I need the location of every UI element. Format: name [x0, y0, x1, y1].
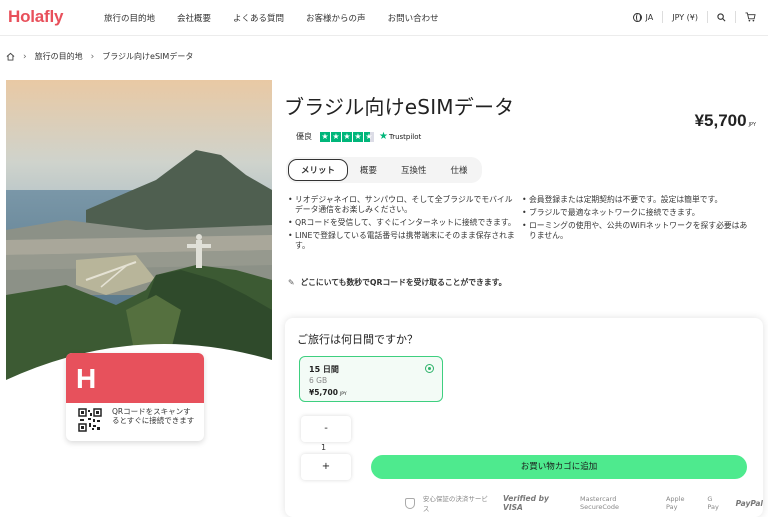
site-header: Holafly 旅行の目的地 会社概要 よくある質問 お客様からの声 お問い合わ…: [0, 0, 768, 36]
list-item: 会員登録または定期契約は不要です。設定は簡単です。: [522, 195, 754, 205]
trustpilot-logo: ★ Trustpilot: [379, 131, 421, 142]
esim-card-header: H: [66, 353, 204, 403]
plan-price: ¥5,700 JPY: [309, 388, 347, 397]
star-icon: ★: [331, 131, 341, 142]
plan-option-15-days[interactable]: 15 日間 6 GB ¥5,700 JPY: [299, 356, 443, 402]
list-item: QRコードを受信して、すぐにインターネットに接続できます。: [288, 218, 516, 228]
tab-benefits[interactable]: メリット: [288, 159, 349, 181]
apple-pay-logo: Apple Pay: [665, 495, 685, 511]
home-icon[interactable]: [6, 52, 15, 61]
qr-code-icon: [78, 408, 102, 432]
main-nav: 旅行の目的地 会社概要 よくある質問 お客様からの声 お問い合わせ: [104, 12, 461, 24]
radio-selected-icon[interactable]: [425, 364, 434, 373]
trustpilot-rating[interactable]: 優良 ★ ★ ★ ★ ★ ★ Trustpilot: [296, 131, 421, 142]
nav-faq[interactable]: よくある質問: [233, 12, 284, 24]
divider: [662, 11, 664, 23]
breadcrumb-current: ブラジル向けeSIMデータ: [102, 52, 194, 61]
breadcrumb-destinations[interactable]: 旅行の目的地: [35, 51, 83, 62]
product-title: ブラジル向けeSIMデータ: [284, 95, 515, 119]
chevron-right-icon: ›: [23, 51, 27, 62]
cart-button[interactable]: [745, 12, 756, 22]
paypal-logo: PayPal: [735, 498, 763, 508]
star-icon: ★: [353, 131, 363, 142]
plan-price-value: ¥5,700: [309, 388, 338, 397]
nav-about[interactable]: 会社概要: [177, 12, 211, 24]
list-item: ローミングの使用や、公共のWiFiネットワークを探す必要はありません。: [522, 221, 754, 241]
currency-selector[interactable]: JPY (¥): [672, 13, 698, 22]
search-button[interactable]: [717, 12, 726, 22]
breadcrumb: › 旅行の目的地 › ブラジル向けeSIMデータ: [6, 51, 193, 62]
list-item: リオデジャネイロ、サンパウロ、そして全ブラジルでモバイルデータ通信をお楽しみくだ…: [288, 195, 516, 215]
star-icon: ★: [320, 131, 330, 142]
tab-compatibility[interactable]: 互換性: [389, 160, 439, 180]
product-price: ¥5,700 JPY: [695, 111, 756, 131]
nav-reviews[interactable]: お客様からの声: [306, 12, 366, 24]
divider: [735, 11, 736, 23]
qr-delivery-note: ✎ どこにいても数秒でQRコードを受け取ることができます。: [288, 277, 506, 288]
plan-price-currency: JPY: [339, 392, 347, 397]
benefits-right: 会員登録または定期契約は不要です。設定は簡単です。 ブラジルで最適なネットワーク…: [522, 195, 754, 244]
price-value: ¥5,700: [694, 111, 747, 130]
list-item: ブラジルで最適なネットワークに接続できます。: [522, 208, 754, 218]
esim-card-text: QRコードをスキャンするとすぐに接続できます: [112, 407, 195, 425]
quantity-value: 1: [321, 443, 327, 452]
add-to-cart-button[interactable]: お買い物カゴに追加: [371, 455, 747, 479]
mastercard-logo: Mastercard SecureCode: [580, 495, 620, 511]
rating-stars: ★ ★ ★ ★ ★: [320, 131, 375, 142]
tab-overview[interactable]: 概要: [348, 160, 389, 180]
holafly-h-logo: H: [76, 363, 97, 394]
trustpilot-star-icon: ★: [379, 131, 388, 142]
trustpilot-label: Trustpilot: [388, 132, 422, 141]
star-icon: ★: [342, 131, 352, 142]
secure-payment-label: 安心保証の決済サービス: [422, 495, 488, 513]
benefits-left: リオデジャネイロ、サンパウロ、そして全ブラジルでモバイルデータ通信をお楽しみくだ…: [288, 195, 516, 254]
pencil-icon: ✎: [288, 278, 295, 287]
plan-days: 15 日間: [309, 365, 339, 374]
esim-card-illustration: H QRコードをスキャンするとすぐに接続できます: [66, 353, 204, 441]
tab-specs[interactable]: 仕様: [439, 160, 480, 180]
payment-methods: 安心保証の決済サービス Verified by VISA Mastercard …: [405, 493, 763, 513]
language-selector[interactable]: JA: [632, 12, 654, 22]
google-pay-logo: G Pay: [707, 495, 719, 511]
plan-data: 6 GB: [309, 376, 328, 385]
list-item: LINEで登録している電話番号は携帯端末にそのまま保存されます。: [288, 231, 516, 251]
globe-icon: [632, 12, 642, 22]
language-label: JA: [645, 12, 654, 22]
quantity-increment-button[interactable]: +: [301, 454, 351, 480]
price-currency: JPY: [748, 122, 756, 128]
header-utilities: JA JPY (¥): [632, 11, 756, 23]
product-tabs: メリット 概要 互換性 仕様: [286, 157, 482, 183]
nav-contact[interactable]: お問い合わせ: [388, 12, 439, 24]
search-icon: [717, 12, 726, 21]
cart-icon: [745, 12, 756, 22]
visa-logo: Verified by VISA: [503, 494, 549, 512]
trip-duration-question: ご旅行は何日間ですか？: [297, 333, 418, 346]
rating-label: 優良: [296, 132, 312, 141]
shield-icon: [405, 497, 415, 509]
booking-panel: ご旅行は何日間ですか？ 15 日間 6 GB ¥5,700 JPY - 1 + お…: [285, 318, 763, 517]
star-half-icon: ★: [364, 131, 374, 142]
nav-destinations[interactable]: 旅行の目的地: [104, 12, 155, 24]
chevron-right-icon: ›: [90, 51, 95, 62]
currency-label: JPY (¥): [672, 12, 698, 22]
divider: [707, 11, 708, 23]
quantity-decrement-button[interactable]: -: [301, 416, 351, 442]
qr-note-text: どこにいても数秒でQRコードを受け取ることができます。: [300, 278, 507, 287]
holafly-logo[interactable]: Holafly: [8, 7, 63, 27]
